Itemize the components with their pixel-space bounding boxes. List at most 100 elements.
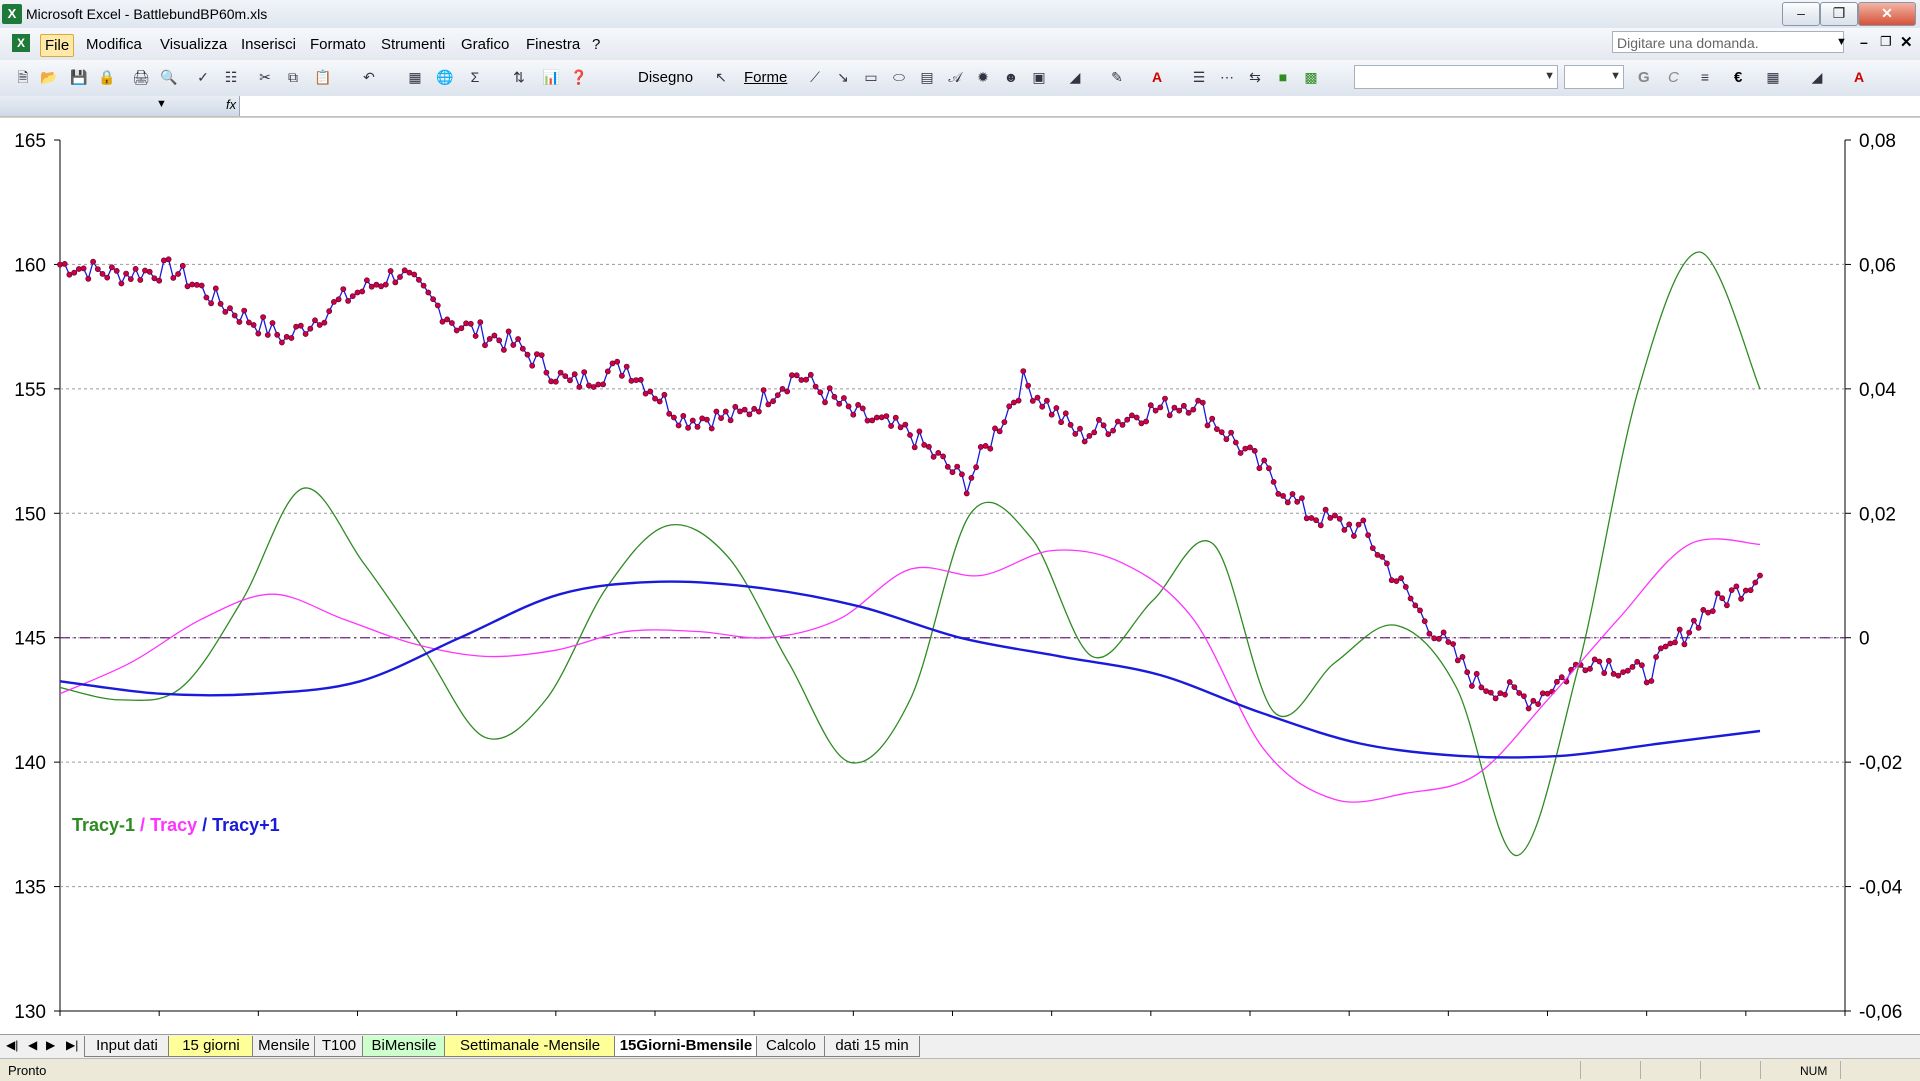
price-point (1204, 422, 1211, 429)
sheet-tab[interactable]: dati 15 min (824, 1036, 920, 1057)
chart-icon[interactable]: 📊 (542, 68, 560, 86)
chevron-down-icon[interactable]: ▼ (156, 98, 167, 110)
price-point (619, 372, 625, 379)
print-preview-icon[interactable]: 🔍 (160, 68, 178, 86)
doc-restore-icon[interactable]: ❐ (1880, 34, 1892, 50)
excel-icon[interactable]: X (2, 4, 22, 24)
fill-color-icon[interactable]: ◢ (1066, 68, 1084, 86)
font-name-combo[interactable]: ▼ (1354, 65, 1558, 89)
price-point (94, 266, 101, 272)
chart-wizard-icon[interactable]: ▦ (406, 68, 424, 86)
legend-entry: Tracy-1 (72, 815, 135, 835)
sheet-tab[interactable]: BiMensile (362, 1036, 446, 1057)
series-line-tracyplus1[interactable] (59, 580, 1761, 759)
clipart-icon[interactable]: ☻ (1002, 68, 1020, 86)
series-line-tracy[interactable] (59, 538, 1761, 803)
sheet-tab[interactable]: 15 giorni (168, 1036, 254, 1057)
line-color-icon[interactable]: ✎ (1108, 68, 1126, 86)
menu-visualizza[interactable]: Visualizza (156, 34, 231, 55)
picture-icon[interactable]: ▣ (1030, 68, 1048, 86)
sheet-tab[interactable]: Input dati (84, 1036, 170, 1057)
hyperlink-icon[interactable]: 🌐 (436, 68, 454, 86)
fx-icon[interactable]: fx (226, 97, 236, 112)
name-box[interactable]: ▼ fx (0, 96, 240, 116)
sheet-tab[interactable]: Mensile (252, 1036, 316, 1057)
permission-icon[interactable]: 🔒 (98, 68, 116, 86)
sheet-tab[interactable]: Settimanale -Mensile (444, 1036, 616, 1057)
price-point (831, 393, 838, 400)
price-point (236, 319, 243, 325)
doc-close-icon[interactable]: ✕ (1900, 33, 1913, 51)
chart-area[interactable]: 130 135 140 145 150 155 160 165 -0,06 -0,04 -0,02 0… (0, 118, 1920, 1034)
sheet-tab[interactable]: T100 (314, 1036, 364, 1057)
select-pointer-icon[interactable]: ↖ (712, 68, 730, 86)
bold-button[interactable]: G (1638, 69, 1650, 86)
shadow-icon[interactable]: ■ (1274, 68, 1292, 86)
price-point (576, 384, 583, 390)
wordart-icon[interactable]: 𝒜 (946, 68, 964, 86)
menu-formato[interactable]: Formato (306, 34, 370, 55)
sheet-tab[interactable]: Calcolo (756, 1036, 826, 1057)
draw-menu[interactable]: Disegno (638, 69, 693, 86)
menu-finestra[interactable]: Finestra (522, 34, 584, 55)
font-color-icon[interactable]: A (1148, 68, 1166, 86)
price-point (132, 265, 139, 272)
3d-icon[interactable]: ▩ (1302, 68, 1320, 86)
print-icon[interactable]: 🖨 (132, 68, 150, 86)
menu-inserisci[interactable]: Inserisci (237, 34, 300, 55)
line-icon[interactable]: ⟋ (806, 68, 824, 86)
chart-svg[interactable]: 130 135 140 145 150 155 160 165 -0,06 -0,04 -0,02 0… (0, 118, 1920, 1034)
paste-icon[interactable]: 📋 (314, 68, 332, 86)
font-size-combo[interactable]: ▼ (1564, 65, 1624, 89)
minimize-button[interactable]: – (1782, 2, 1820, 26)
line-style-icon[interactable]: ☰ (1190, 68, 1208, 86)
borders-icon[interactable]: ▦ (1764, 68, 1782, 86)
copy-icon[interactable]: ⧉ (284, 68, 302, 86)
fill-bucket-icon[interactable]: ◢ (1808, 68, 1826, 86)
price-point (1606, 657, 1612, 664)
shapes-menu[interactable]: Forme (744, 69, 787, 86)
textbox-icon[interactable]: ▤ (918, 68, 936, 86)
autosum-icon[interactable]: Σ (466, 68, 484, 86)
open-icon[interactable]: 📂 (40, 68, 58, 86)
save-icon[interactable]: 💾 (70, 68, 88, 86)
last-sheet-icon[interactable]: ▶| (66, 1038, 78, 1052)
new-icon[interactable]: 🗎 (14, 68, 32, 86)
diagram-icon[interactable]: ✹ (974, 68, 992, 86)
menu-strumenti[interactable]: Strumenti (377, 34, 449, 55)
price-point (198, 282, 205, 289)
cut-icon[interactable]: ✂ (256, 68, 274, 86)
spelling-icon[interactable]: ✓ (194, 68, 212, 86)
arrow-icon[interactable]: ↘ (834, 68, 852, 86)
italic-button[interactable]: C (1668, 69, 1679, 86)
undo-icon[interactable]: ↶ (360, 68, 378, 86)
next-sheet-icon[interactable]: ▶ (46, 1038, 55, 1052)
first-sheet-icon[interactable]: ◀| (6, 1038, 18, 1052)
euro-button[interactable]: € (1734, 69, 1742, 86)
close-button[interactable]: ✕ (1858, 2, 1916, 26)
help-icon[interactable]: ❓ (570, 68, 588, 86)
sheet-tab[interactable]: 15Giorni-Bmensile (614, 1036, 758, 1057)
ask-question-input[interactable]: Digitare una domanda. (1612, 31, 1844, 53)
menu-file[interactable]: File (40, 34, 75, 57)
doc-minimize-icon[interactable]: – (1860, 34, 1868, 50)
ask-dropdown-icon[interactable]: ▼ (1836, 36, 1847, 48)
text-color-icon[interactable]: A (1850, 68, 1868, 86)
menu-grafico[interactable]: Grafico (457, 34, 513, 55)
price-series-line[interactable] (59, 258, 1761, 710)
restore-button[interactable]: ❐ (1820, 2, 1858, 26)
series-line-tracyminus1[interactable] (59, 251, 1761, 857)
menu-modifica[interactable]: Modifica (82, 34, 146, 55)
dash-style-icon[interactable]: ⋯ (1218, 68, 1236, 86)
prev-sheet-icon[interactable]: ◀ (28, 1038, 37, 1052)
align-center-icon[interactable]: ≡ (1696, 68, 1714, 86)
menu-help[interactable]: ? (588, 34, 604, 55)
price-point (137, 277, 144, 283)
research-icon[interactable]: ☷ (222, 68, 240, 86)
excel-doc-icon[interactable]: X (12, 34, 30, 52)
oval-icon[interactable]: ⬭ (890, 68, 908, 86)
rectangle-icon[interactable]: ▭ (862, 68, 880, 86)
price-point (1025, 382, 1031, 389)
arrow-style-icon[interactable]: ⇆ (1246, 68, 1264, 86)
sort-icon[interactable]: ⇅ (510, 68, 528, 86)
